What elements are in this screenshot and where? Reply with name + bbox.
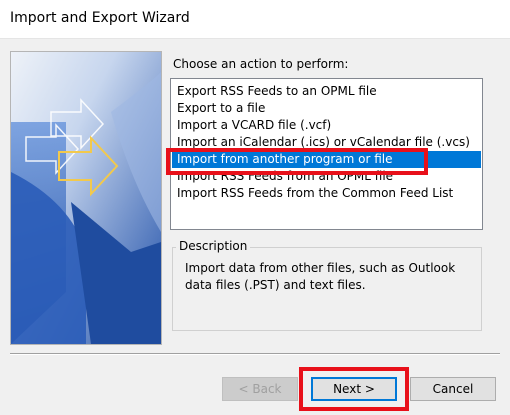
action-list-item[interactable]: Import an iCalendar (.ics) or vCalendar … bbox=[172, 134, 481, 151]
wizard-arrows-illustration bbox=[11, 52, 161, 344]
title-bar: Import and Export Wizard bbox=[0, 0, 510, 39]
back-button[interactable]: < Back bbox=[222, 377, 298, 401]
action-list-item[interactable]: Import from another program or file bbox=[172, 151, 481, 168]
action-list-item[interactable]: Import RSS Feeds from the Common Feed Li… bbox=[172, 185, 481, 202]
wizard-graphic bbox=[10, 51, 162, 345]
action-listbox[interactable]: Export RSS Feeds to an OPML file Export t… bbox=[170, 78, 483, 230]
next-button[interactable]: Next > bbox=[311, 377, 397, 401]
window-title: Import and Export Wizard bbox=[10, 10, 190, 26]
action-list-item[interactable]: Import a VCARD file (.vcf) bbox=[172, 117, 481, 134]
action-prompt-label: Choose an action to perform: bbox=[173, 57, 349, 71]
description-text: Import data from other files, such as Ou… bbox=[185, 261, 456, 292]
import-export-wizard-dialog: Import and Export Wizard Choose an actio… bbox=[0, 0, 510, 415]
description-legend: Description bbox=[176, 239, 251, 253]
action-list-item[interactable]: Export to a file bbox=[172, 100, 481, 117]
cancel-button[interactable]: Cancel bbox=[410, 377, 496, 401]
button-separator bbox=[10, 353, 500, 355]
action-list-item[interactable]: Import RSS Feeds from an OPML file bbox=[172, 168, 481, 185]
action-list-item[interactable]: Export RSS Feeds to an OPML file bbox=[172, 83, 481, 100]
